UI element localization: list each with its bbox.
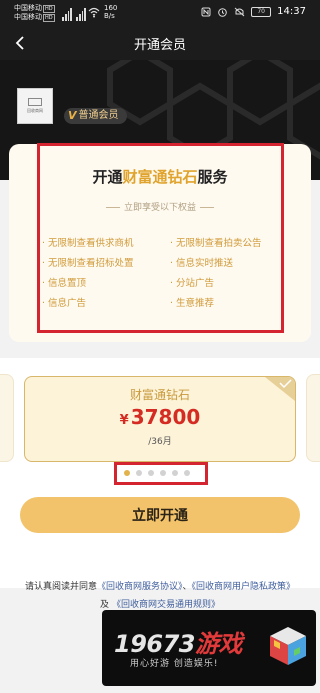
member-level-badge: V 普通会员 <box>64 108 127 124</box>
vip-v-icon: V <box>68 109 77 122</box>
signal-icon <box>62 3 72 21</box>
hd-tag: HD <box>43 14 55 22</box>
cube-logo-icon <box>270 627 306 665</box>
agreement-text: 请认真阅读并同意《回收商网服务协议》、《回收商网用户隐私政策》 及 《回收商网交… <box>24 582 296 610</box>
signal-icon <box>76 3 86 21</box>
hd-tag: HD <box>43 5 55 13</box>
highlight-frame <box>114 462 208 485</box>
plan-period: /36月 <box>148 437 172 447</box>
privacy-policy-link[interactable]: 《回收商网用户隐私政策》 <box>192 582 296 592</box>
open-membership-button[interactable]: 立即开通 <box>20 497 300 533</box>
company-logo-icon <box>28 98 42 106</box>
status-bar: 中国移动 HD 中国移动 HD 160 B/s 70 14:37 <box>0 0 320 26</box>
avatar: 回收商网 <box>17 88 53 124</box>
clock: 14:37 <box>277 6 306 17</box>
wifi-icon <box>88 7 100 18</box>
network-speed: 160 B/s <box>104 4 118 20</box>
nfc-icon <box>201 7 211 16</box>
mute-icon <box>234 7 245 16</box>
alarm-icon <box>218 7 227 17</box>
service-agreement-link[interactable]: 《回收商网服务协议》 <box>97 582 183 592</box>
highlight-frame <box>37 143 284 333</box>
watermark-logo: 19673游戏 <box>114 630 243 658</box>
carrier-2: 中国移动 HD <box>14 13 55 22</box>
carrier-1: 中国移动 HD <box>14 4 55 13</box>
plan-price: ¥37800 <box>119 405 201 429</box>
plan-name: 财富通钻石 <box>129 388 190 402</box>
watermark-slogan: 用心好游 创造娱乐! <box>130 659 219 669</box>
site-watermark: 19673游戏 用心好游 创造娱乐! <box>102 610 316 686</box>
battery-icon: 70 <box>251 6 272 17</box>
trading-rules-link[interactable]: 《回收商网交易通用规则》 <box>112 600 220 610</box>
nav-bar: 开通会员 <box>0 26 320 60</box>
page-title: 开通会员 <box>133 37 186 52</box>
